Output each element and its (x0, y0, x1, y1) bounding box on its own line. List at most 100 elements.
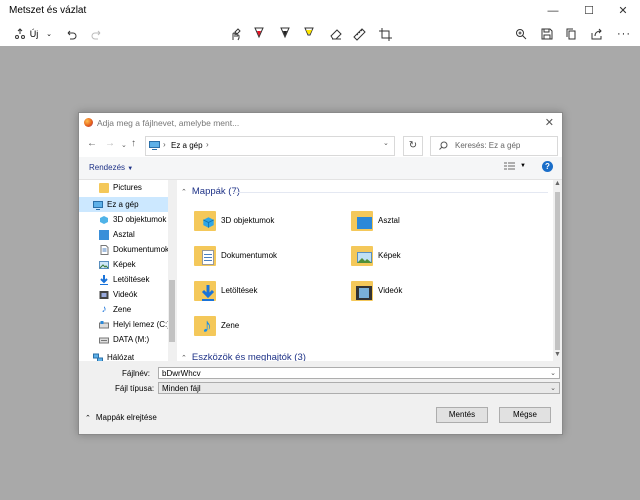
maximize-button[interactable]: ☐ (572, 0, 606, 22)
copy-button[interactable] (562, 26, 580, 42)
3d-objects-icon (100, 215, 108, 224)
details-view-icon (504, 162, 515, 170)
nav-item-label: Zene (113, 305, 132, 314)
filename-input[interactable]: bDwrWhcv ⌄ (158, 367, 560, 379)
folder-label: Zene (221, 320, 240, 330)
back-arrow-icon[interactable]: ← (87, 138, 97, 149)
3d-objects-folder-icon (194, 208, 216, 232)
organize-button[interactable]: Rendezés ▼ (89, 163, 133, 172)
nav-scrollbar[interactable] (168, 180, 176, 361)
up-arrow-icon[interactable]: ↑ (131, 138, 136, 149)
nav-item-label: Asztal (113, 230, 135, 239)
ballpoint-pen-button[interactable] (250, 26, 268, 42)
folder-desktop[interactable]: Asztal (351, 205, 501, 235)
nav-item-label: 3D objektumok (113, 215, 167, 224)
nav-item-label: Hálózat (107, 353, 135, 361)
recent-dropdown-icon[interactable]: ⌄ (121, 141, 127, 149)
network-icon (93, 353, 103, 361)
folder-label: Dokumentumok (221, 250, 278, 260)
filetype-label: Fájl típusa: (115, 384, 155, 393)
downloads-folder-icon (194, 278, 216, 302)
zoom-button[interactable] (512, 26, 530, 42)
folder-label: 3D objektumok (221, 215, 275, 225)
folder-videos[interactable]: Videók (351, 275, 501, 305)
refresh-button[interactable]: ↻ (403, 136, 423, 156)
nav-item-music[interactable]: ♪ Zene (99, 302, 169, 317)
pictures-icon (99, 260, 109, 269)
nav-item-data-drive[interactable]: DATA (M:) (99, 332, 169, 347)
content-scrollbar[interactable]: ▲ ▼ (553, 180, 562, 361)
pictures-folder-icon (351, 243, 373, 267)
redo-button[interactable] (88, 26, 106, 42)
nav-item-pictures-lib[interactable]: Képek (99, 257, 169, 272)
nav-item-label: Letöltések (113, 275, 150, 284)
computer-icon (93, 200, 103, 210)
highlighter-button[interactable] (300, 26, 318, 42)
ballpoint-pen-icon (254, 27, 264, 39)
forward-arrow-icon[interactable]: → (105, 138, 115, 149)
dialog-footer: Fájlnév: bDwrWhcv ⌄ Fájl típusa: Minden … (79, 363, 562, 434)
search-input[interactable]: Keresés: Ez a gép (430, 136, 558, 156)
view-options-button[interactable] (504, 162, 515, 174)
view-dropdown-icon[interactable]: ▼ (520, 163, 526, 169)
address-bar[interactable]: › Ez a gép › ⌄ (145, 136, 395, 156)
ruler-icon (352, 27, 366, 41)
nav-item-desktop[interactable]: Asztal (99, 227, 169, 242)
dialog-close-button[interactable]: ✕ (545, 116, 554, 129)
cancel-button[interactable]: Mégse (499, 407, 551, 423)
breadcrumb[interactable]: Ez a gép (171, 141, 203, 150)
address-dropdown-icon[interactable]: ⌄ (383, 139, 389, 147)
filetype-select[interactable]: Minden fájl ⌄ (158, 382, 560, 394)
nav-item-local-disk[interactable]: Helyi lemez (C:) (99, 317, 170, 332)
scroll-up-icon[interactable]: ▲ (554, 180, 561, 187)
new-dropdown-button[interactable]: ⌄ (44, 26, 54, 42)
nav-item-network[interactable]: Hálózat (93, 350, 169, 361)
share-button[interactable] (588, 26, 606, 42)
chevron-up-icon: ⌃ (85, 414, 91, 422)
drives-group-header[interactable]: ⌃ Eszközök és meghajtók (3) (181, 352, 306, 361)
dialog-title: Adja meg a fájlnevet, amelybe ment... (97, 118, 240, 128)
minimize-button[interactable]: — (536, 0, 570, 22)
undo-button[interactable] (62, 26, 80, 42)
folder-pictures[interactable]: Képek (351, 240, 501, 270)
help-icon[interactable]: ? (542, 161, 553, 172)
eraser-button[interactable] (326, 26, 344, 42)
nav-item-3d-objects[interactable]: 3D objektumok (99, 212, 169, 227)
folder-label: Asztal (378, 215, 400, 225)
save-dialog-button[interactable]: Mentés (436, 407, 488, 423)
drives-group-label: Eszközök és meghajtók (3) (191, 352, 306, 361)
content-scroll-thumb[interactable] (555, 192, 560, 350)
drive-icon (99, 320, 109, 328)
hide-folders-toggle[interactable]: ⌃ Mappák elrejtése (85, 413, 157, 422)
nav-item-label: DATA (M:) (113, 335, 150, 344)
more-options-button[interactable]: ··· (614, 26, 634, 42)
nav-scroll-thumb[interactable] (169, 280, 175, 342)
nav-item-pictures[interactable]: Pictures (99, 180, 169, 195)
pencil-button[interactable] (276, 26, 294, 42)
close-button[interactable]: ✕ (606, 0, 640, 22)
nav-item-this-pc[interactable]: Ez a gép (79, 197, 168, 212)
command-bar: Rendezés ▼ ▼ ? (79, 157, 562, 180)
scroll-down-icon[interactable]: ▼ (554, 351, 561, 358)
folders-group-header[interactable]: ⌃ Mappák (7) (181, 186, 548, 197)
app-toolbar: Új ⌄ ··· (0, 22, 640, 51)
music-icon: ♪ (101, 303, 107, 315)
folder-documents[interactable]: Dokumentumok (194, 240, 344, 270)
navigation-pane: Pictures Ez a gép 3D objektumok Asztal D… (79, 180, 176, 361)
folder-music[interactable]: ♪ Zene (194, 310, 344, 340)
nav-item-documents[interactable]: Dokumentumok (99, 242, 169, 257)
nav-item-label: Pictures (113, 183, 142, 192)
organize-label: Rendezés (89, 163, 126, 172)
new-snip-icon (14, 28, 25, 39)
crop-button[interactable] (376, 26, 394, 42)
save-button[interactable] (538, 26, 556, 42)
nav-item-downloads[interactable]: Letöltések (99, 272, 169, 287)
folder-3d-objects[interactable]: 3D objektumok (194, 205, 344, 235)
nav-item-videos[interactable]: Videók (99, 287, 169, 302)
chevron-down-icon[interactable]: ⌄ (550, 368, 556, 380)
ruler-button[interactable] (350, 26, 368, 42)
folder-downloads[interactable]: Letöltések (194, 275, 344, 305)
new-snip-button[interactable]: Új (8, 26, 44, 42)
zoom-icon (516, 29, 527, 40)
touch-writing-button[interactable] (226, 26, 244, 42)
